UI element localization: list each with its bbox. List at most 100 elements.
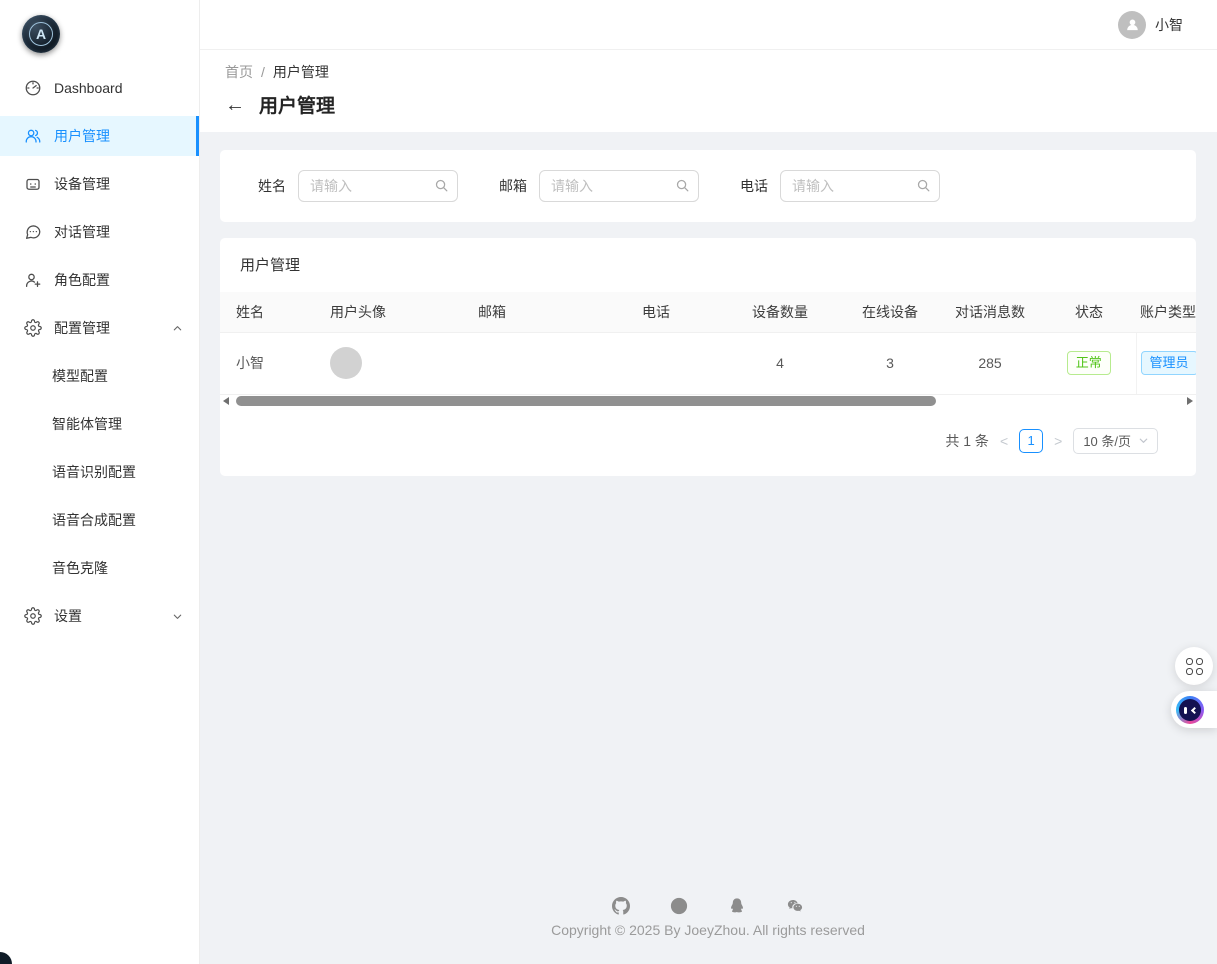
sidebar-item-role-config[interactable]: 角色配置	[0, 260, 199, 300]
sidebar-item-dialog-management[interactable]: 对话管理	[0, 212, 199, 252]
app-grid-icon	[1186, 658, 1203, 675]
filter-card: 姓名 邮箱	[220, 150, 1196, 222]
sidebar-item-user-management[interactable]: 用户管理	[0, 116, 199, 156]
sidebar-subitem-label: 模型配置	[52, 366, 108, 386]
breadcrumb-home[interactable]: 首页	[225, 62, 253, 82]
page-header: 首页 / 用户管理 ← 用户管理	[200, 50, 1217, 132]
col-phone: 电话	[626, 292, 718, 332]
sidebar-menu: Dashboard 用户管理 设备管理 对话管理	[0, 62, 199, 636]
sidebar-item-label: 设备管理	[54, 174, 110, 194]
chevron-down-icon	[1138, 435, 1149, 446]
sidebar-item-label: Dashboard	[54, 80, 123, 96]
chevron-up-icon	[172, 323, 183, 334]
search-icon[interactable]	[916, 178, 931, 193]
pagination: 共 1 条 < 1 > 10 条/页	[220, 408, 1196, 476]
col-account-type: 账户类型	[1136, 292, 1196, 332]
sidebar-subitem-label: 语音合成配置	[52, 510, 136, 530]
device-icon	[24, 175, 42, 193]
horizontal-scrollbar[interactable]	[220, 395, 1196, 408]
col-message-count: 对话消息数	[938, 292, 1042, 332]
username: 小智	[1155, 15, 1183, 35]
next-page-button[interactable]: >	[1052, 433, 1064, 449]
sidebar-item-settings[interactable]: 设置	[0, 596, 199, 636]
col-name: 姓名	[220, 292, 314, 332]
user-menu[interactable]: 小智	[1118, 11, 1183, 39]
scrollbar-thumb[interactable]	[236, 396, 936, 406]
filter-email-label: 邮箱	[499, 176, 527, 196]
cell-status: 正常	[1042, 332, 1136, 394]
sidebar: A Dashboard 用户管理 设备管理	[0, 0, 200, 964]
search-icon[interactable]	[434, 178, 449, 193]
scrollbar-track[interactable]	[232, 396, 1184, 406]
scroll-right-arrow[interactable]	[1184, 395, 1196, 407]
gitee-icon[interactable]	[670, 897, 688, 915]
col-email: 邮箱	[462, 292, 626, 332]
page-title: 用户管理	[259, 91, 335, 118]
cell-avatar	[314, 332, 462, 394]
sidebar-subitem-asr-config[interactable]: 语音识别配置	[0, 452, 199, 492]
cell-phone	[626, 332, 718, 394]
wechat-icon[interactable]	[786, 897, 804, 915]
footer: Copyright © 2025 By JoeyZhou. All rights…	[220, 897, 1196, 964]
github-icon[interactable]	[612, 897, 630, 915]
filter-phone: 电话	[740, 170, 940, 202]
page-size-value: 10 条/页	[1083, 431, 1131, 450]
app-logo[interactable]: A	[22, 15, 60, 53]
search-icon[interactable]	[675, 178, 690, 193]
sidebar-item-device-management[interactable]: 设备管理	[0, 164, 199, 204]
sidebar-subitem-voice-clone[interactable]: 音色克隆	[0, 548, 199, 588]
logo-letter: A	[29, 22, 53, 46]
sidebar-item-label: 用户管理	[54, 126, 110, 146]
app-grid-button[interactable]	[1175, 647, 1213, 685]
app-root: A Dashboard 用户管理 设备管理	[0, 0, 1217, 964]
ai-assistant-button[interactable]	[1171, 691, 1217, 728]
scroll-left-arrow[interactable]	[220, 395, 232, 407]
page-size-select[interactable]: 10 条/页	[1073, 428, 1158, 454]
sidebar-item-label: 角色配置	[54, 270, 110, 290]
config-gear-icon	[24, 319, 42, 337]
cell-message-count: 285	[938, 332, 1042, 394]
user-avatar-icon	[1118, 11, 1146, 39]
dashboard-icon	[24, 79, 42, 97]
filter-name-label: 姓名	[258, 176, 286, 196]
role-icon	[24, 271, 42, 289]
user-table: 姓名 用户头像 邮箱 电话 设备数量 在线设备 对话消息数 状态 账户类型	[220, 292, 1196, 395]
status-badge: 正常	[1067, 351, 1111, 375]
sidebar-subitem-label: 智能体管理	[52, 414, 122, 434]
filter-email: 邮箱	[499, 170, 699, 202]
breadcrumb-separator: /	[261, 64, 265, 80]
sidebar-item-label: 对话管理	[54, 222, 110, 242]
sidebar-subitem-tts-config[interactable]: 语音合成配置	[0, 500, 199, 540]
breadcrumb-current: 用户管理	[273, 62, 329, 82]
back-button[interactable]: ←	[225, 95, 245, 115]
sidebar-item-label: 设置	[54, 606, 82, 626]
card-title: 用户管理	[220, 254, 1196, 292]
filter-phone-label: 电话	[740, 176, 768, 196]
filter-name: 姓名	[258, 170, 458, 202]
cell-name: 小智	[220, 332, 314, 394]
prev-page-button[interactable]: <	[998, 433, 1010, 449]
sidebar-subitem-agent-management[interactable]: 智能体管理	[0, 404, 199, 444]
col-status: 状态	[1042, 292, 1136, 332]
breadcrumb: 首页 / 用户管理	[225, 62, 1217, 82]
user-avatar	[330, 347, 362, 379]
account-type-badge: 管理员	[1141, 351, 1197, 375]
cell-device-count: 4	[718, 332, 842, 394]
settings-gear-icon	[24, 607, 42, 625]
qq-icon[interactable]	[728, 897, 746, 915]
sidebar-subitem-model-config[interactable]: 模型配置	[0, 356, 199, 396]
col-online-devices: 在线设备	[842, 292, 938, 332]
sidebar-subitem-label: 语音识别配置	[52, 462, 136, 482]
sidebar-item-label: 配置管理	[54, 318, 110, 338]
table-viewport: 姓名 用户头像 邮箱 电话 设备数量 在线设备 对话消息数 状态 账户类型	[220, 292, 1196, 395]
table-header-row: 姓名 用户头像 邮箱 电话 设备数量 在线设备 对话消息数 状态 账户类型	[220, 292, 1196, 332]
main-area: 小智 首页 / 用户管理 ← 用户管理 姓名	[200, 0, 1217, 964]
chat-icon	[24, 223, 42, 241]
page-1-button[interactable]: 1	[1019, 429, 1043, 453]
sidebar-item-dashboard[interactable]: Dashboard	[0, 68, 199, 108]
chevron-down-icon	[172, 611, 183, 622]
col-device-count: 设备数量	[718, 292, 842, 332]
sidebar-item-config-management[interactable]: 配置管理	[0, 308, 199, 348]
ai-robot-icon	[1176, 696, 1204, 724]
user-table-card: 用户管理 姓名 用户头像 邮箱 电话	[220, 238, 1196, 476]
